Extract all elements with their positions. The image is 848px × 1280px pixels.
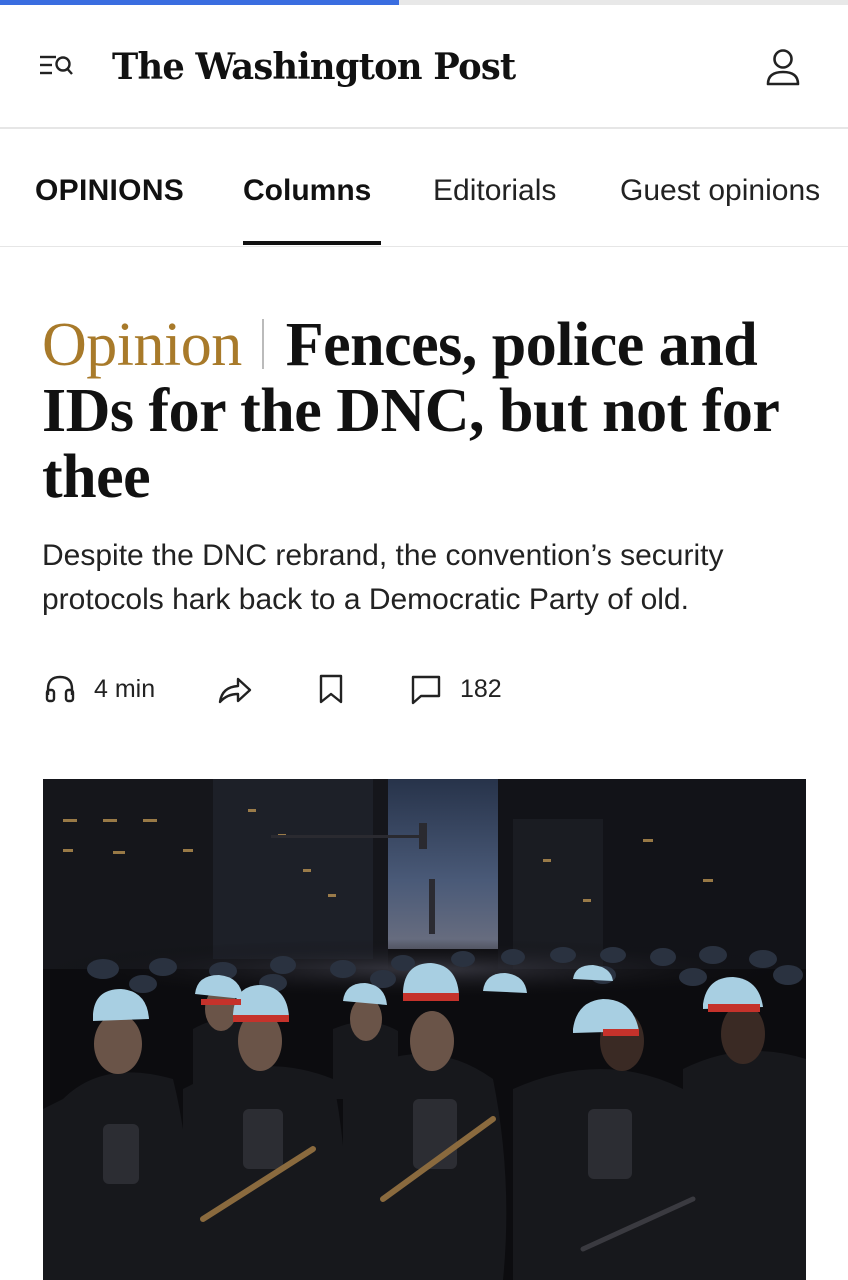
police-line-photo xyxy=(43,779,806,1280)
tab-columns[interactable]: Columns xyxy=(243,171,371,211)
washington-post-logo[interactable]: The Washington Post xyxy=(112,35,516,99)
headphones-icon xyxy=(45,675,75,703)
menu-search-icon xyxy=(40,55,73,75)
share-icon xyxy=(218,677,252,704)
comments-button[interactable]: 182 xyxy=(408,664,502,714)
account-button[interactable] xyxy=(760,45,806,91)
article-hero-image[interactable] xyxy=(43,779,806,1280)
kicker-divider xyxy=(261,319,264,369)
share-button[interactable] xyxy=(216,664,254,714)
article-dek: Despite the DNC rebrand, the convention’… xyxy=(42,539,724,616)
article-action-bar: 4 min 182 xyxy=(42,664,742,714)
menu-search-button[interactable] xyxy=(34,49,78,85)
comment-count: 182 xyxy=(460,674,502,703)
person-icon xyxy=(766,49,800,86)
tab-guest-opinions[interactable]: Guest opinions xyxy=(620,171,820,211)
save-button[interactable] xyxy=(316,664,346,714)
comment-icon xyxy=(411,675,441,705)
section-nav: OPINIONS Columns Editorials Guest opinio… xyxy=(0,131,848,247)
bookmark-icon xyxy=(319,674,343,704)
listen-button[interactable]: 4 min xyxy=(42,664,155,714)
opinion-kicker[interactable]: Opinion xyxy=(42,311,242,379)
tab-editorials[interactable]: Editorials xyxy=(433,171,556,211)
top-bar: The Washington Post xyxy=(0,5,848,129)
article-headline: Opinion Fences, police and IDs for the DN… xyxy=(42,312,812,510)
listen-duration: 4 min xyxy=(94,674,156,703)
active-tab-indicator xyxy=(243,241,381,245)
nav-section-opinions[interactable]: OPINIONS xyxy=(35,171,184,211)
